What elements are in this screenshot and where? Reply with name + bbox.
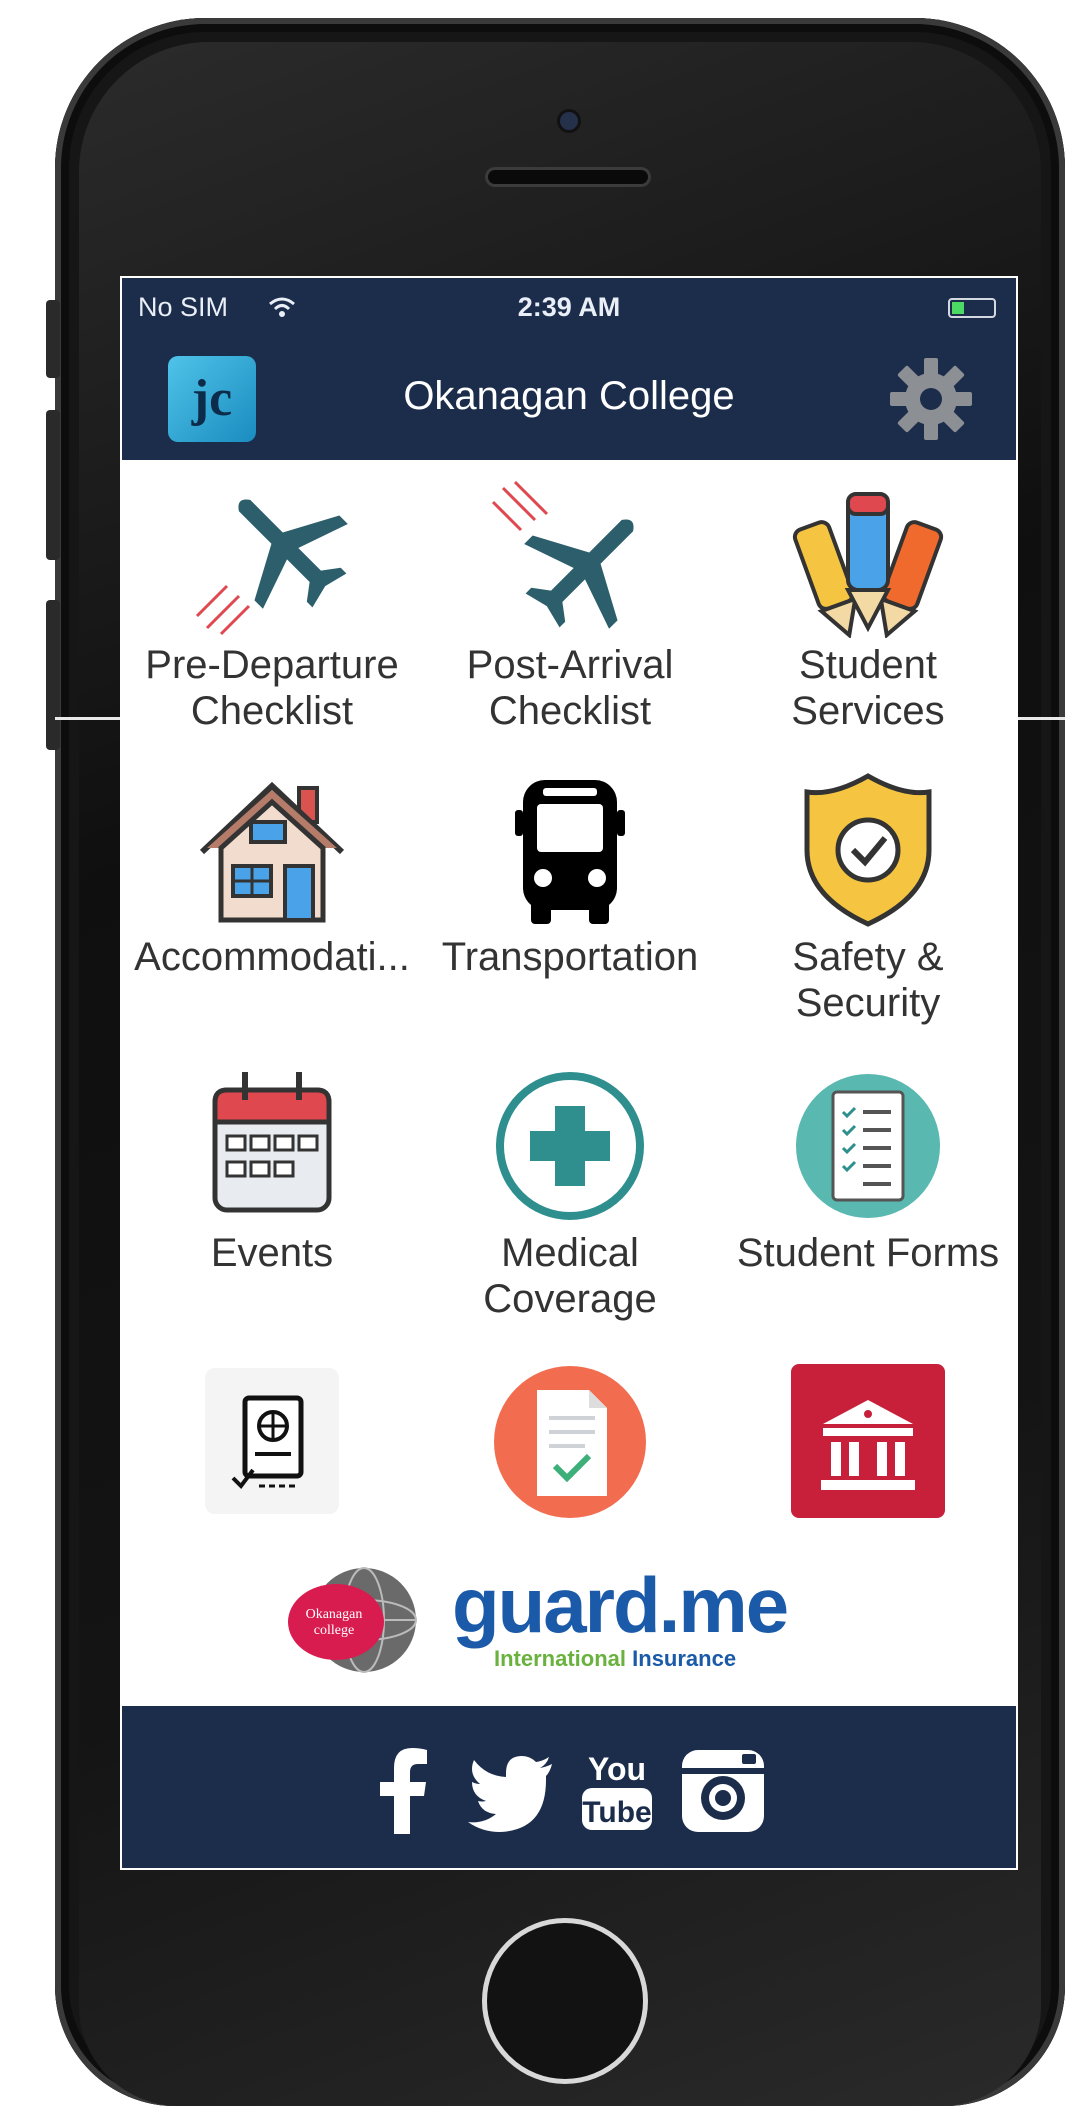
tile-events[interactable]: Events bbox=[122, 1066, 422, 1276]
silent-switch bbox=[46, 300, 60, 378]
medical-cross-icon bbox=[496, 1072, 644, 1220]
insurer-tagline-insurance: Insurance bbox=[632, 1646, 737, 1671]
airplane-landing-icon bbox=[491, 480, 634, 629]
tile-pre-departure[interactable]: Pre-Departure Checklist bbox=[122, 478, 422, 734]
tile-label: Student Services bbox=[791, 643, 945, 733]
insurer-logo[interactable]: guard.me International Insurance bbox=[452, 1561, 789, 1674]
app-header: jc Okanagan College bbox=[122, 336, 1016, 460]
tile-passport[interactable] bbox=[122, 1362, 422, 1526]
svg-text:Okanagan: Okanagan bbox=[306, 1607, 363, 1622]
clock: 2:39 AM bbox=[517, 292, 621, 322]
tile-label: Medical Coverage bbox=[483, 1231, 657, 1321]
bank-icon bbox=[791, 1364, 945, 1518]
status-bar: No SIM 2:39 AM bbox=[122, 278, 1016, 336]
battery-icon bbox=[948, 298, 996, 318]
tile-transportation[interactable]: Transportation bbox=[420, 770, 720, 980]
facebook-icon[interactable] bbox=[360, 1746, 450, 1836]
app-screen: No SIM 2:39 AM jc Okanagan College Pre-D… bbox=[120, 276, 1018, 1870]
insurer-tagline: International Insurance bbox=[494, 1646, 736, 1672]
divider-line-right bbox=[1018, 717, 1065, 720]
tile-label: Safety & Security bbox=[792, 935, 944, 1025]
tile-safety-security[interactable]: Safety & Security bbox=[718, 770, 1016, 1026]
volume-down-button bbox=[46, 600, 60, 750]
front-camera bbox=[560, 112, 578, 130]
tile-medical-coverage[interactable]: Medical Coverage bbox=[420, 1066, 720, 1322]
tile-post-arrival[interactable]: Post-Arrival Checklist bbox=[420, 478, 720, 734]
twitter-icon[interactable] bbox=[466, 1746, 556, 1836]
okanagan-college-seal[interactable]: Okanagan college bbox=[282, 1566, 422, 1674]
tile-label: Accommodati... bbox=[134, 935, 410, 979]
airplane-takeoff-icon bbox=[195, 499, 348, 636]
tile-student-services[interactable]: Student Services bbox=[718, 478, 1016, 734]
youtube-icon[interactable]: You Tube bbox=[572, 1746, 662, 1836]
youtube-text-top: You bbox=[588, 1751, 646, 1787]
tile-student-forms[interactable]: Student Forms bbox=[718, 1066, 1016, 1276]
insurer-name: guard.me bbox=[452, 1561, 789, 1649]
insurer-tagline-international: International bbox=[494, 1646, 627, 1671]
checklist-icon bbox=[796, 1074, 940, 1218]
tile-accommodation[interactable]: Accommodati... bbox=[122, 770, 422, 980]
bus-icon bbox=[515, 780, 625, 924]
house-icon bbox=[199, 781, 345, 923]
passport-icon bbox=[205, 1368, 339, 1514]
document-check-icon bbox=[494, 1366, 646, 1518]
youtube-text-bottom: Tube bbox=[582, 1796, 651, 1829]
settings-gear-icon[interactable] bbox=[886, 354, 976, 444]
partner-logos: Okanagan college guard.me International … bbox=[122, 1566, 1016, 1674]
svg-text:college: college bbox=[314, 1623, 354, 1638]
divider-line-left bbox=[55, 717, 123, 720]
tile-label: Events bbox=[210, 1231, 334, 1275]
tile-label: Student Forms bbox=[736, 1231, 1000, 1275]
volume-up-button bbox=[46, 410, 60, 560]
shield-check-icon bbox=[804, 773, 932, 927]
pencils-icon bbox=[792, 492, 944, 638]
social-footer: You Tube bbox=[122, 1706, 1016, 1868]
tile-label: Transportation bbox=[441, 935, 699, 979]
earpiece-speaker bbox=[488, 170, 648, 184]
tile-label: Post-Arrival Checklist bbox=[466, 643, 674, 733]
instagram-icon[interactable] bbox=[678, 1746, 768, 1836]
tile-documents[interactable] bbox=[420, 1362, 720, 1526]
calendar-icon bbox=[212, 1072, 332, 1213]
tile-banking[interactable] bbox=[718, 1362, 1016, 1526]
tile-label: Pre-Departure Checklist bbox=[145, 643, 399, 733]
page-title: Okanagan College bbox=[403, 374, 735, 418]
home-button[interactable] bbox=[482, 1918, 648, 2084]
